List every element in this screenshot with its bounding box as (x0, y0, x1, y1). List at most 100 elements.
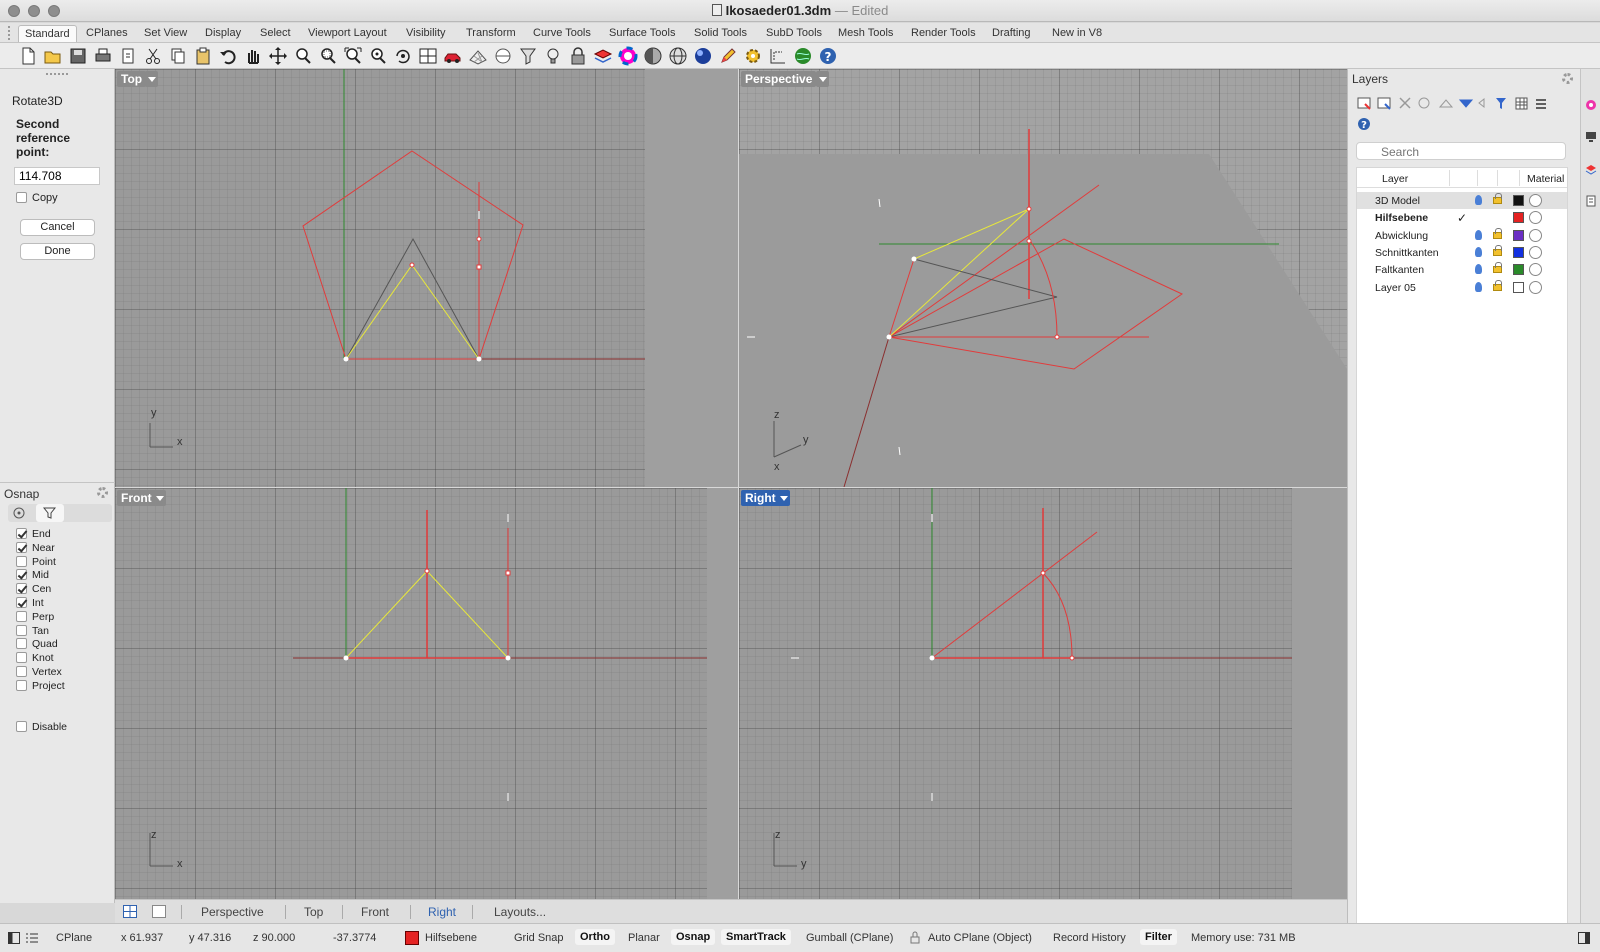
layer-material-icon[interactable] (1529, 263, 1542, 277)
viewport-right-label[interactable]: Right (741, 490, 780, 506)
osnap-checkbox[interactable] (16, 528, 27, 539)
new-file-icon[interactable] (18, 46, 38, 66)
zoom-selected-icon[interactable] (368, 46, 388, 66)
cancel-button[interactable]: Cancel (20, 219, 95, 236)
layer-search-input[interactable] (1356, 142, 1566, 160)
layer-row[interactable]: Abwicklung (1357, 227, 1567, 244)
osnap-item-point[interactable]: Point (16, 555, 56, 568)
pan-hand-icon[interactable] (243, 46, 263, 66)
viewport-perspective-label[interactable]: Perspective (741, 71, 817, 87)
tab-display[interactable]: Display (199, 25, 247, 42)
osnap-checkbox[interactable] (16, 638, 27, 650)
delete-layer-icon[interactable] (1399, 97, 1411, 109)
vp-tab-perspective[interactable]: Perspective (201, 905, 264, 919)
zoom-icon[interactable] (293, 46, 313, 66)
osnap-checkbox[interactable] (16, 624, 27, 636)
vp-tab-right[interactable]: Right (428, 905, 456, 919)
osnap-checkbox[interactable] (16, 541, 27, 553)
status-ortho[interactable]: Ortho (575, 929, 615, 945)
copy-icon[interactable] (168, 46, 188, 66)
layer-row[interactable]: 3D Model (1357, 192, 1567, 209)
vp-tab-front[interactable]: Front (361, 905, 389, 919)
copy-option[interactable]: Copy (16, 192, 58, 204)
light-bulb-icon[interactable] (543, 46, 563, 66)
layer-menu-icon[interactable] (1536, 99, 1546, 109)
osnap-checkbox[interactable] (16, 666, 27, 677)
osnap-item-quad[interactable]: Quad (16, 638, 58, 650)
layer-copy-icon[interactable] (1418, 97, 1430, 109)
osnap-item-mid[interactable]: Mid (16, 569, 49, 581)
layer-name[interactable]: Faltkanten (1375, 264, 1424, 276)
cplane-icon[interactable] (493, 46, 513, 66)
layer-name[interactable]: Hilfsebene (1375, 212, 1428, 224)
lock-icon[interactable] (568, 46, 588, 66)
layer-color-swatch[interactable] (1513, 264, 1524, 276)
sidebar-toggle-icon[interactable] (8, 932, 20, 944)
viewport-top-menu-icon[interactable] (145, 71, 158, 87)
tab-surface-tools[interactable]: Surface Tools (603, 25, 681, 42)
layer-row[interactable]: Hilfsebene ✓ (1357, 209, 1567, 226)
layer-visibility-bulb-icon[interactable] (1475, 246, 1482, 257)
tab-render-tools[interactable]: Render Tools (905, 25, 982, 42)
layer-color-swatch[interactable] (1513, 229, 1524, 241)
layer-name[interactable]: Abwicklung (1375, 230, 1428, 242)
osnap-checkbox[interactable] (16, 679, 27, 691)
layer-lock-icon[interactable] (1493, 262, 1502, 274)
osnap-checkbox[interactable] (16, 597, 27, 608)
layer-lock-icon[interactable] (1493, 227, 1502, 239)
viewport-top-label[interactable]: Top (117, 71, 147, 87)
display-monitor-icon[interactable] (1585, 131, 1597, 143)
osnap-checkbox[interactable] (16, 652, 27, 664)
layer-color-swatch[interactable] (1513, 195, 1524, 206)
tab-subd-tools[interactable]: SubD Tools (760, 25, 828, 42)
osnap-item-cen[interactable]: Cen (16, 583, 51, 595)
status-current-layer[interactable]: Hilfsebene (425, 932, 477, 944)
save-icon[interactable] (68, 46, 88, 66)
status-auto-cplane[interactable]: Auto CPlane (Object) (928, 932, 1032, 944)
col-layer-header[interactable]: Layer (1382, 173, 1408, 185)
tab-mesh-tools[interactable]: Mesh Tools (832, 25, 899, 42)
tab-curve-tools[interactable]: Curve Tools (527, 25, 597, 42)
notes-tab-icon[interactable] (1585, 195, 1597, 207)
layer-name[interactable]: 3D Model (1375, 195, 1420, 207)
layer-name[interactable]: Layer 05 (1375, 282, 1416, 294)
layer-lock-icon[interactable] (1493, 279, 1502, 291)
vp-tab-layouts[interactable]: Layouts... (494, 905, 546, 919)
color-wheel-icon[interactable] (618, 46, 638, 66)
layer-material-icon[interactable] (1529, 194, 1542, 207)
single-view-layout-icon[interactable] (152, 905, 166, 918)
move-layer-up-icon[interactable] (1438, 99, 1454, 108)
copy-checkbox[interactable] (16, 192, 27, 203)
osnap-item-tan[interactable]: Tan (16, 624, 49, 637)
move-layer-down-icon[interactable] (1458, 99, 1474, 108)
tab-transform[interactable]: Transform (460, 25, 522, 42)
move-layer-out-icon[interactable] (1478, 97, 1485, 109)
rendered-sphere-icon[interactable] (693, 46, 713, 66)
open-file-icon[interactable] (43, 46, 63, 66)
osnap-item-end[interactable]: End (16, 528, 51, 540)
status-record-history[interactable]: Record History (1053, 932, 1126, 944)
layer-lock-icon[interactable] (1493, 193, 1502, 204)
status-gumball[interactable]: Gumball (CPlane) (806, 932, 893, 944)
layers-tab-icon[interactable] (1585, 163, 1597, 175)
tab-standard[interactable]: Standard (18, 25, 77, 42)
status-osnap[interactable]: Osnap (671, 929, 716, 945)
disable-checkbox[interactable] (16, 721, 27, 732)
layer-icon[interactable] (593, 46, 613, 66)
select-filter-icon[interactable] (518, 46, 538, 66)
viewport-perspective-menu-icon[interactable] (816, 71, 829, 87)
tab-viewport-layout[interactable]: Viewport Layout (302, 25, 393, 42)
layer-lock-icon[interactable] (1493, 244, 1502, 256)
osnap-checkbox[interactable] (16, 610, 27, 622)
osnap-item-near[interactable]: Near (16, 541, 55, 554)
tab-select[interactable]: Select (254, 25, 297, 42)
help-icon[interactable]: ? (818, 46, 838, 66)
layer-visibility-bulb-icon[interactable] (1475, 281, 1482, 292)
shaded-sphere-icon[interactable] (643, 46, 663, 66)
zoom-extents-icon[interactable] (343, 46, 363, 66)
layer-row[interactable]: Faltkanten (1357, 261, 1567, 278)
print-icon[interactable] (93, 46, 113, 66)
viewport-front-label[interactable]: Front (117, 490, 156, 506)
new-sublayer-icon[interactable] (1377, 97, 1391, 110)
four-view-layout-icon[interactable] (123, 905, 137, 918)
